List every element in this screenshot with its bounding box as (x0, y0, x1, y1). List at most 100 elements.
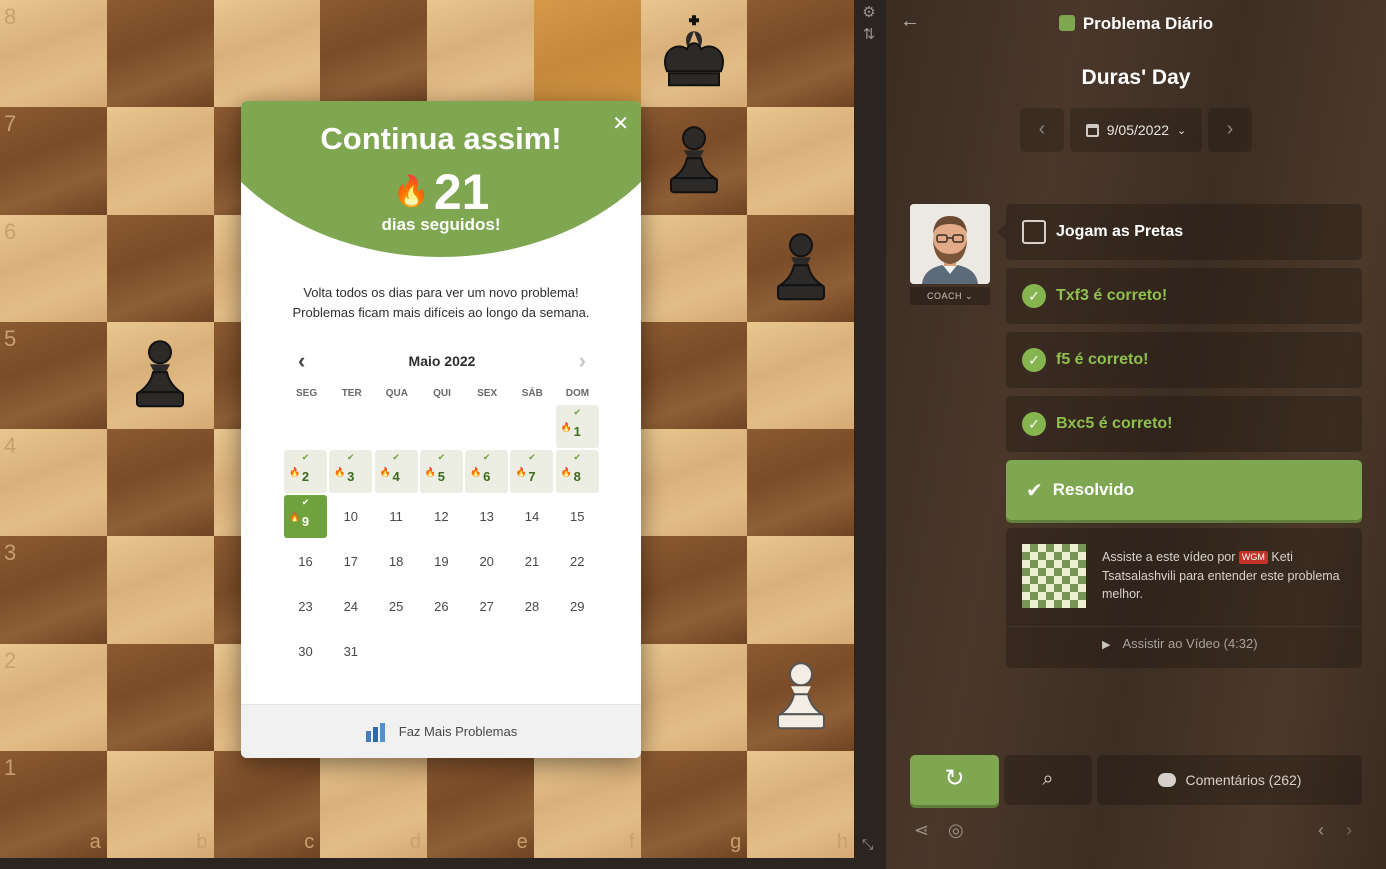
black-pawn-icon[interactable] (117, 331, 203, 417)
date-picker[interactable]: 9/05/2022 ⌄ (1070, 108, 1202, 152)
square-f1[interactable]: f (533, 750, 641, 858)
calendar-day[interactable]: 30 (284, 630, 327, 673)
flame-icon: 🔥 (515, 467, 527, 477)
coach-dropdown[interactable]: COACH ⌄ (910, 287, 990, 305)
calendar-day[interactable]: 26 (420, 585, 463, 628)
black-king-icon[interactable] (651, 9, 737, 95)
calendar-day[interactable]: 17 (329, 540, 372, 583)
square-h2[interactable] (747, 643, 854, 751)
previous-day-button[interactable]: ‹ (1020, 108, 1064, 152)
calendar-day[interactable]: 10 (329, 495, 372, 538)
calendar-day-solved[interactable]: ✔ 🔥 3 (329, 450, 373, 493)
square-a6[interactable]: 6 (0, 214, 107, 322)
square-h3[interactable] (747, 536, 854, 644)
black-pawn-icon[interactable] (758, 223, 844, 309)
calendar-day[interactable]: 27 (465, 585, 508, 628)
settings-icon[interactable]: ⚙ (860, 4, 878, 22)
square-a8[interactable]: 8 (0, 0, 107, 108)
chevron-left-icon[interactable]: ‹ (298, 346, 305, 376)
square-a5[interactable]: 5 (0, 321, 107, 429)
calendar-day[interactable]: 23 (284, 585, 327, 628)
calendar-day-solved[interactable]: ✔ 🔥 4 (374, 450, 418, 493)
calendar-day[interactable]: 29 (556, 585, 599, 628)
square-b1[interactable]: b (106, 750, 214, 858)
calendar-day[interactable]: 19 (420, 540, 463, 583)
square-h1[interactable]: h (747, 750, 854, 858)
square-b2[interactable] (106, 643, 214, 751)
square-c8[interactable] (213, 0, 321, 108)
square-a7[interactable]: 7 (0, 107, 107, 215)
square-g7[interactable] (640, 107, 748, 215)
calendar-day[interactable]: 25 (375, 585, 418, 628)
expand-icon[interactable]: ⤡ (862, 836, 873, 853)
square-a1[interactable]: 1a (0, 750, 107, 858)
square-b5[interactable] (106, 321, 214, 429)
square-g8[interactable] (640, 0, 748, 108)
black-pawn-icon[interactable] (651, 116, 737, 202)
rank-label: 7 (4, 111, 17, 137)
retry-button[interactable]: ↻ (910, 755, 999, 805)
square-a4[interactable]: 4 (0, 429, 107, 537)
square-f8[interactable] (533, 0, 641, 108)
flip-board-icon[interactable]: ⇅ (860, 26, 878, 44)
square-b6[interactable] (106, 214, 214, 322)
chevron-right-icon[interactable]: › (1346, 820, 1352, 841)
square-a2[interactable]: 2 (0, 643, 107, 751)
move-feedback-label: Bxc5 é correto! (1056, 415, 1173, 432)
square-b8[interactable] (106, 0, 214, 108)
share-icon[interactable]: ⋖ (914, 820, 929, 841)
square-d8[interactable] (320, 0, 427, 108)
square-c1[interactable]: c (213, 750, 321, 858)
calendar-day-solved[interactable]: ✔ 🔥 6 (465, 450, 509, 493)
play-icon: ▶ (1102, 639, 1111, 651)
square-h7[interactable] (747, 107, 854, 215)
chevron-right-icon[interactable]: › (579, 346, 586, 376)
square-e1[interactable]: e (427, 750, 534, 858)
white-pawn-icon[interactable] (758, 652, 844, 738)
calendar-day[interactable]: 20 (465, 540, 508, 583)
square-g4[interactable] (640, 429, 748, 537)
square-b4[interactable] (106, 429, 214, 537)
more-puzzles-button[interactable]: Faz Mais Problemas (241, 704, 641, 758)
square-h4[interactable] (747, 429, 854, 537)
square-a3[interactable]: 3 (0, 536, 107, 644)
chevron-left-icon[interactable]: ‹ (1318, 820, 1324, 841)
square-g6[interactable] (640, 214, 748, 322)
square-g5[interactable] (640, 321, 748, 429)
square-h5[interactable] (747, 321, 854, 429)
sidebar-title-text: Problema Diário (1082, 14, 1214, 33)
calendar-day-solved[interactable]: ✔ 🔥 1 (555, 405, 599, 448)
square-e8[interactable] (427, 0, 534, 108)
calendar-day[interactable]: 12 (420, 495, 463, 538)
analysis-button[interactable]: ⌕ (1004, 755, 1092, 805)
comments-button[interactable]: Comentários (262) (1097, 755, 1362, 805)
calendar-day[interactable]: 18 (375, 540, 418, 583)
calendar-day[interactable]: 21 (510, 540, 553, 583)
calendar-day[interactable]: 24 (329, 585, 372, 628)
watch-video-link[interactable]: ▶ Assistir ao Vídeo (4:32) (1102, 636, 1258, 651)
calendar-day[interactable]: 15 (556, 495, 599, 538)
square-g2[interactable] (640, 643, 748, 751)
calendar-day-solved[interactable]: ✔ 🔥 5 (419, 450, 463, 493)
square-g1[interactable]: g (640, 750, 748, 858)
video-thumbnail[interactable] (1022, 544, 1086, 608)
calendar-day-solved[interactable]: ✔ 🔥 7 (510, 450, 554, 493)
calendar-day-solved[interactable]: ✔ 🔥 2 (284, 450, 327, 493)
calendar-day[interactable]: 13 (465, 495, 508, 538)
calendar-day-today[interactable]: ✔ 🔥 9 (284, 495, 327, 538)
square-d1[interactable]: d (320, 750, 427, 858)
calendar-day[interactable]: 11 (375, 495, 418, 538)
square-h6[interactable] (747, 214, 854, 322)
calendar-day[interactable]: 14 (510, 495, 553, 538)
calendar-day-solved[interactable]: ✔ 🔥 8 (555, 450, 599, 493)
square-g3[interactable] (640, 536, 748, 644)
target-icon[interactable]: ◎ (948, 820, 964, 841)
calendar-day[interactable]: 31 (329, 630, 372, 673)
square-b7[interactable] (106, 107, 214, 215)
square-b3[interactable] (106, 536, 214, 644)
next-day-button[interactable]: › (1208, 108, 1252, 152)
calendar-day[interactable]: 16 (284, 540, 327, 583)
calendar-day[interactable]: 22 (556, 540, 599, 583)
calendar-day[interactable]: 28 (510, 585, 553, 628)
square-h8[interactable] (747, 0, 854, 108)
